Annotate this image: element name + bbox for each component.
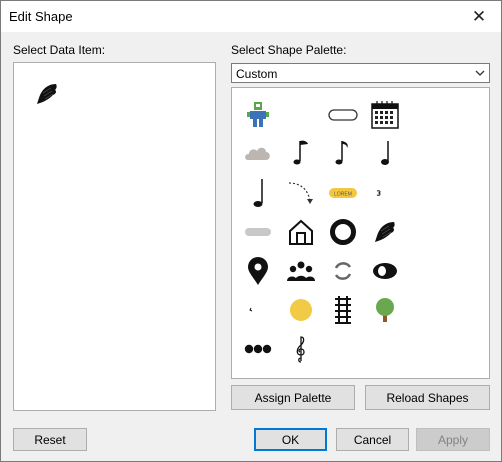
reset-label: Reset [34,432,66,447]
palette-shape-tree[interactable] [368,293,402,327]
ring-icon [330,219,356,245]
palette-select-value: Custom [236,67,278,81]
palette-select[interactable]: Custom [231,63,490,83]
palette-shape-people-group[interactable] [284,254,318,288]
gray-pill-icon [245,228,271,236]
music-note-icon [253,179,263,207]
ok-button[interactable]: OK [254,428,327,451]
reload-shapes-label: Reload Shapes [386,390,469,405]
palette-shape-robot[interactable] [241,98,275,132]
palette-shape-eye[interactable] [368,254,402,288]
ellipsis-icon [244,344,272,354]
palette-shape-house[interactable] [284,215,318,249]
palette-shape-map-pin[interactable] [241,254,275,288]
close-icon[interactable]: ✕ [457,1,501,32]
select-shape-palette-label: Select Shape Palette: [231,43,347,57]
tree-icon [376,298,394,322]
house-icon [289,219,313,245]
palette-shape-pill-outline[interactable] [326,98,360,132]
palette-shape-treble-clef[interactable] [284,332,318,366]
assign-palette-label: Assign Palette [254,390,332,405]
apply-label: Apply [437,432,469,447]
palette-shape-cloud[interactable] [241,136,275,170]
refresh-icon [334,262,352,280]
palette-shape-yellow-circle[interactable] [284,293,318,327]
data-item-list[interactable] [13,62,216,411]
palette-shape-yellow-badge[interactable]: LOREM [326,176,360,210]
reset-button[interactable]: Reset [13,428,87,451]
small-dot-icon [249,307,253,312]
palette-shape-pill-gray[interactable] [241,215,275,249]
robot-icon [247,102,269,127]
pill-outline-icon [328,109,358,121]
palette-shape-music-note-eighth[interactable] [326,136,360,170]
paintbrush-stroke-icon [375,222,395,242]
edit-shape-dialog: Edit Shape ✕ Select Data Item: Select Sh… [0,0,502,462]
music-note-icon [293,140,308,165]
eye-icon [373,263,397,279]
cancel-label: Cancel [353,432,392,447]
palette-shape-calendar[interactable] [368,98,402,132]
title-bar: Edit Shape ✕ [1,1,501,32]
palette-shape-small-dot[interactable] [234,293,268,327]
palette-shape-ellipsis[interactable] [241,332,275,366]
chevron-down-icon [475,70,485,76]
palette-shape-tiny-glyph[interactable] [362,176,396,210]
palette-shape-brush-stroke[interactable] [368,215,402,249]
palette-shape-dotted-arc-arrow[interactable] [284,176,318,210]
palette-shape-music-note-quarter[interactable] [368,136,402,170]
palette-shape-half-note[interactable] [241,176,275,210]
calendar-icon [371,101,399,129]
treble-clef-icon [296,336,305,363]
palette-shape-refresh[interactable] [326,254,360,288]
cancel-button[interactable]: Cancel [336,428,409,451]
assign-palette-button[interactable]: Assign Palette [231,385,355,410]
people-group-icon [287,261,315,281]
dotted-arrow-icon [288,182,313,204]
railroad-track-icon [335,296,351,324]
music-note-icon [381,141,389,165]
apply-button[interactable]: Apply [416,428,490,451]
reload-shapes-button[interactable]: Reload Shapes [365,385,490,410]
palette-shape-railroad-track[interactable] [326,293,360,327]
shape-palette-grid[interactable]: LOREM [231,87,490,379]
data-item-shape[interactable] [34,81,60,107]
paintbrush-stroke-icon [37,84,57,104]
select-data-item-label: Select Data Item: [13,43,106,57]
badge-text: LOREM [334,192,352,198]
ok-label: OK [281,432,300,447]
cloud-icon [245,147,270,160]
music-note-icon [335,141,348,165]
yellow-label-badge-icon: LOREM [329,188,357,198]
palette-shape-ring[interactable] [326,215,360,249]
small-glyph-icon [376,190,381,196]
map-pin-icon [248,257,268,285]
window-title: Edit Shape [9,9,73,24]
yellow-circle-icon [290,299,312,321]
palette-shape-music-note-flag[interactable] [284,136,318,170]
